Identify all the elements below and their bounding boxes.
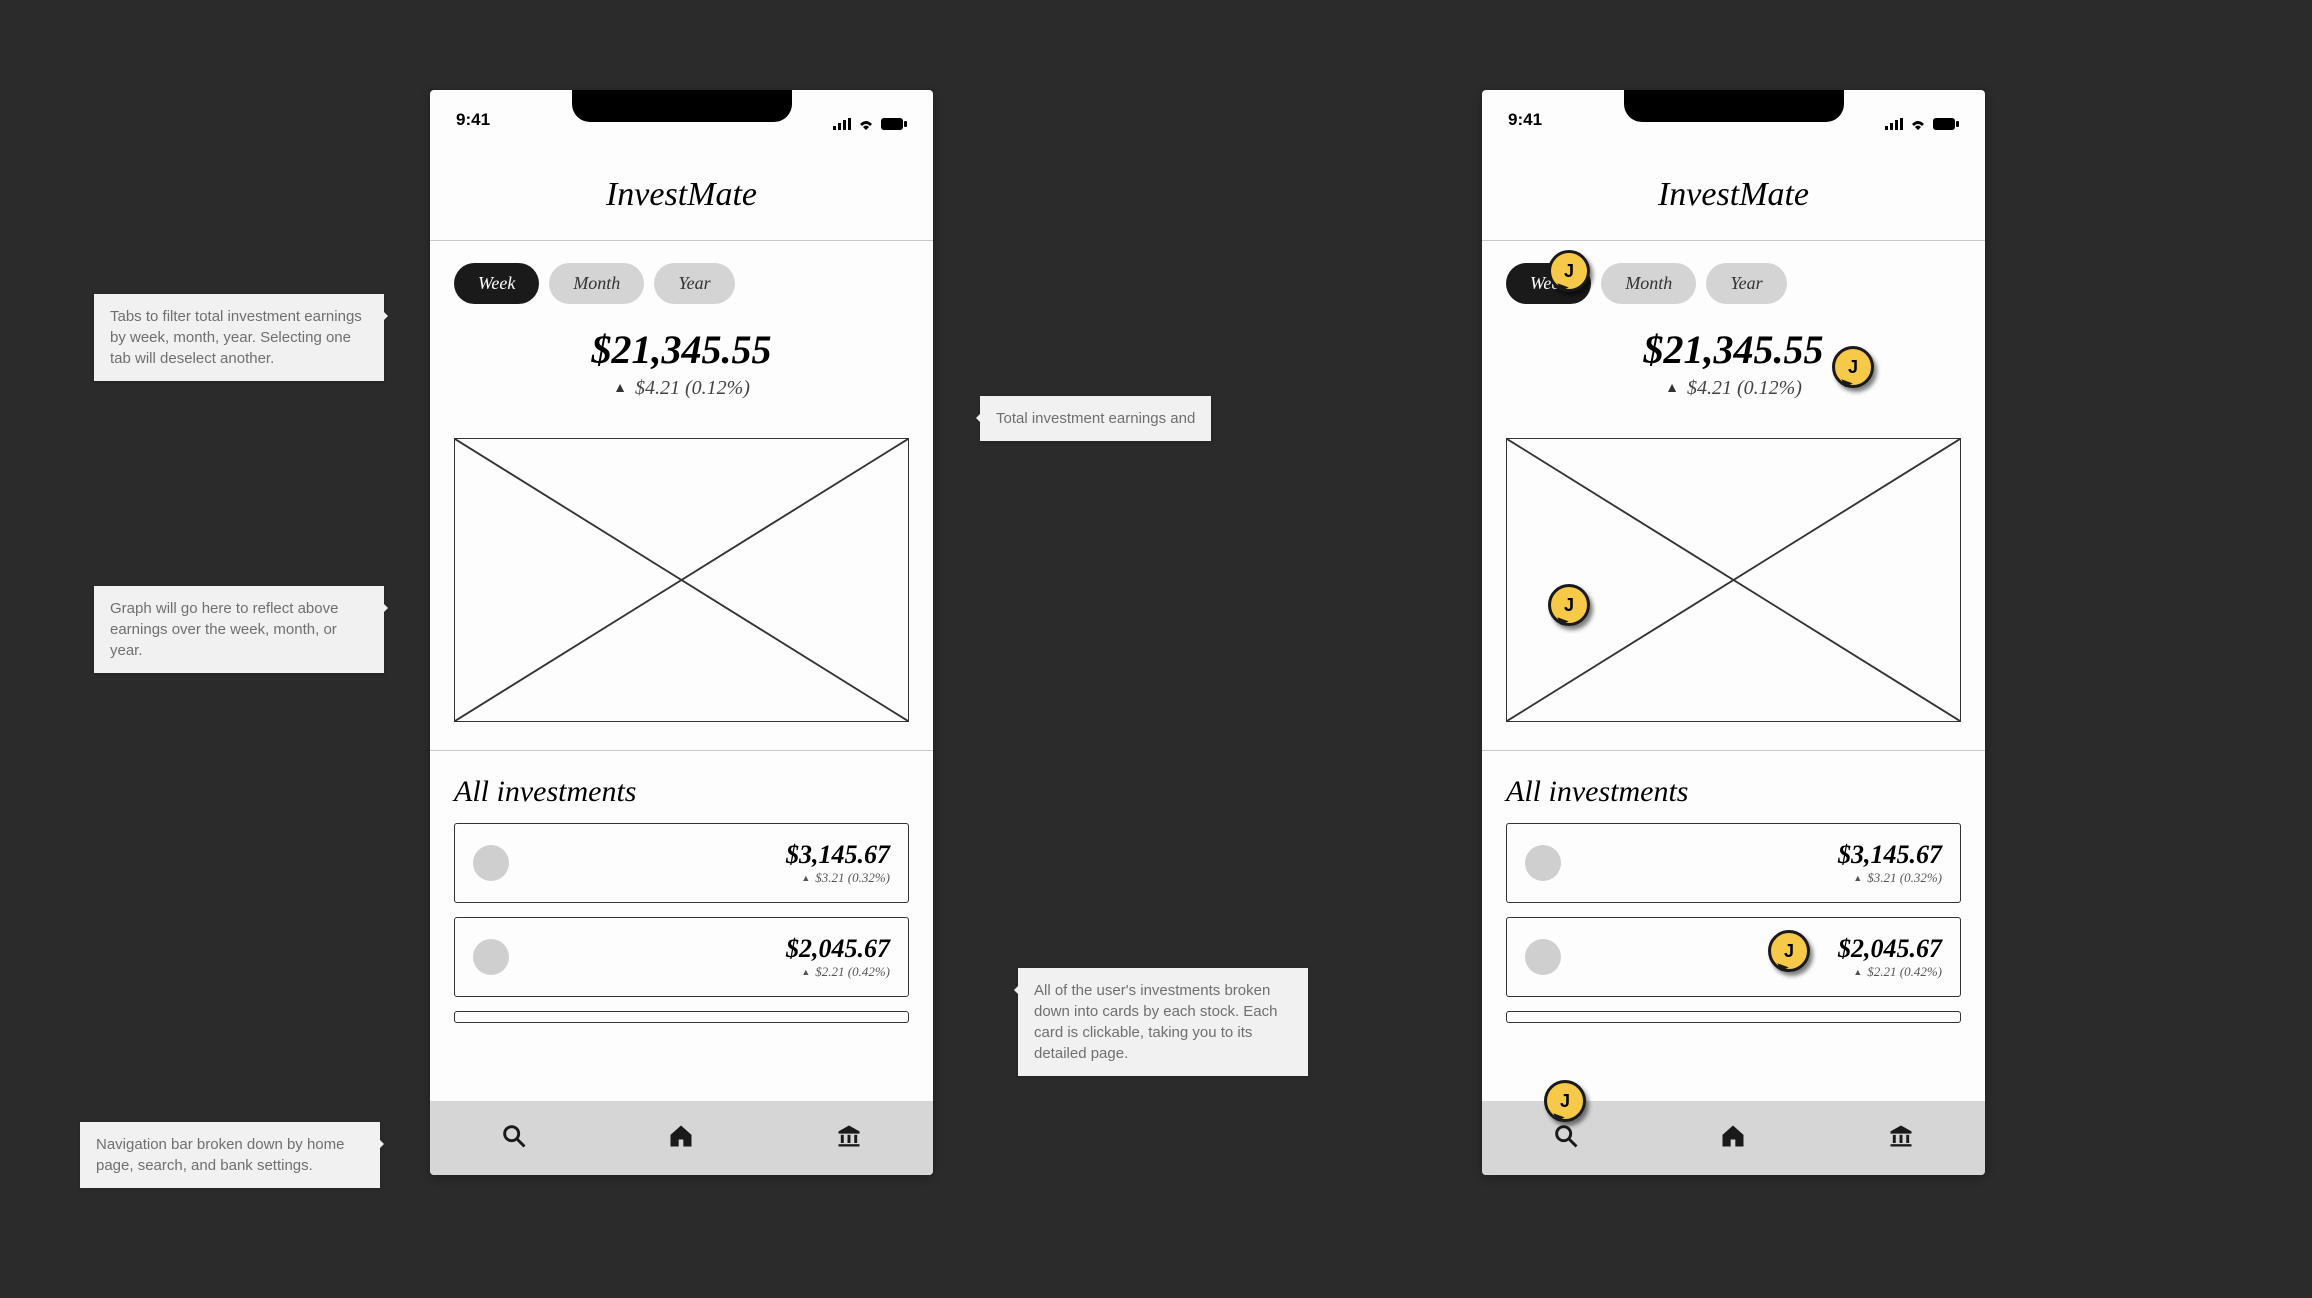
earnings-total: $21,345.55 <box>430 326 933 373</box>
notch <box>1624 90 1844 122</box>
triangle-up-icon: ▲ <box>613 381 627 397</box>
earnings-delta: ▲ $4.21 (0.12%) <box>430 377 933 400</box>
triangle-up-icon: ▲ <box>1665 381 1679 397</box>
investment-delta: ▲$2.21 (0.42%) <box>1838 964 1942 980</box>
stock-avatar <box>473 939 509 975</box>
stock-avatar <box>473 845 509 881</box>
tab-year[interactable]: Year <box>654 263 734 304</box>
earnings-total: $21,345.55 <box>1482 326 1985 373</box>
app-title: InvestMate <box>1482 134 1985 241</box>
investment-list: $3,145.67 ▲$3.21 (0.32%) $2,045.67 ▲$2.2… <box>430 823 933 1023</box>
annotation-tabs: Tabs to filter total investment earnings… <box>94 294 384 381</box>
app-title: InvestMate <box>430 134 933 241</box>
status-icons <box>1885 118 1959 130</box>
tab-month[interactable]: Month <box>1601 263 1696 304</box>
investment-card-partial[interactable] <box>1506 1011 1961 1023</box>
nav-bank[interactable] <box>1887 1122 1915 1155</box>
phone-mock-left: 9:41 InvestMate Week Month Year $21,345.… <box>430 90 933 1175</box>
earnings-delta-value: $4.21 (0.12%) <box>1687 377 1802 400</box>
annotation-total: Total investment earnings and <box>980 396 1211 441</box>
investment-card[interactable]: $3,145.67 ▲$3.21 (0.32%) <box>1506 823 1961 903</box>
graph-placeholder <box>1506 438 1961 722</box>
investment-price: $2,045.67 <box>1838 934 1942 964</box>
comment-pin[interactable]: J <box>1548 584 1590 626</box>
stock-avatar <box>1525 845 1561 881</box>
earnings-delta-value: $4.21 (0.12%) <box>635 377 750 400</box>
wifi-icon <box>1909 118 1927 130</box>
annotation-graph: Graph will go here to reflect above earn… <box>94 586 384 673</box>
tab-week[interactable]: Week <box>454 263 539 304</box>
status-icons <box>833 118 907 130</box>
investment-card-partial[interactable] <box>454 1011 909 1023</box>
tab-month[interactable]: Month <box>549 263 644 304</box>
section-all-investments: All investments <box>1482 751 1985 823</box>
battery-icon <box>881 118 907 130</box>
investment-card[interactable]: $3,145.67 ▲$3.21 (0.32%) <box>454 823 909 903</box>
investment-delta: ▲$2.21 (0.42%) <box>786 964 890 980</box>
annotation-nav: Navigation bar broken down by home page,… <box>80 1122 380 1188</box>
investment-delta: ▲$3.21 (0.32%) <box>1838 870 1942 886</box>
investment-list: $3,145.67 ▲$3.21 (0.32%) $2,045.67 ▲$2.2… <box>1482 823 1985 1023</box>
battery-icon <box>1933 118 1959 130</box>
nav-home[interactable] <box>1719 1122 1747 1155</box>
investment-price: $3,145.67 <box>1838 840 1942 870</box>
earnings-delta: ▲ $4.21 (0.12%) <box>1482 377 1985 400</box>
notch <box>572 90 792 122</box>
comment-pin[interactable]: J <box>1768 930 1810 972</box>
bottom-nav <box>430 1101 933 1175</box>
investment-card[interactable]: $2,045.67 ▲$2.21 (0.42%) <box>454 917 909 997</box>
home-icon <box>667 1122 695 1150</box>
triangle-up-icon: ▲ <box>801 967 810 977</box>
nav-search[interactable] <box>500 1122 528 1155</box>
investment-card[interactable]: $2,045.67 ▲$2.21 (0.42%) <box>1506 917 1961 997</box>
comment-pin[interactable]: J <box>1832 346 1874 388</box>
status-time: 9:41 <box>1508 110 1542 130</box>
wifi-icon <box>857 118 875 130</box>
stock-avatar <box>1525 939 1561 975</box>
search-icon <box>500 1122 528 1150</box>
nav-bank[interactable] <box>835 1122 863 1155</box>
graph-placeholder <box>454 438 909 722</box>
triangle-up-icon: ▲ <box>1853 873 1862 883</box>
signal-icon <box>1885 118 1903 130</box>
signal-icon <box>833 118 851 130</box>
bank-icon <box>835 1122 863 1150</box>
investment-delta: ▲$3.21 (0.32%) <box>786 870 890 886</box>
bank-icon <box>1887 1122 1915 1150</box>
nav-home[interactable] <box>667 1122 695 1155</box>
section-all-investments: All investments <box>430 751 933 823</box>
triangle-up-icon: ▲ <box>801 873 810 883</box>
earnings-summary: $21,345.55 ▲ $4.21 (0.12%) <box>1482 304 1985 410</box>
triangle-up-icon: ▲ <box>1853 967 1862 977</box>
period-tabs: Week Month Year <box>430 241 933 304</box>
home-icon <box>1719 1122 1747 1150</box>
comment-pin[interactable]: J <box>1544 1080 1586 1122</box>
tab-year[interactable]: Year <box>1706 263 1786 304</box>
comment-pin[interactable]: J <box>1548 250 1590 292</box>
status-time: 9:41 <box>456 110 490 130</box>
annotation-cards: All of the user's investments broken dow… <box>1018 968 1308 1076</box>
investment-price: $2,045.67 <box>786 934 890 964</box>
earnings-summary: $21,345.55 ▲ $4.21 (0.12%) <box>430 304 933 410</box>
investment-price: $3,145.67 <box>786 840 890 870</box>
